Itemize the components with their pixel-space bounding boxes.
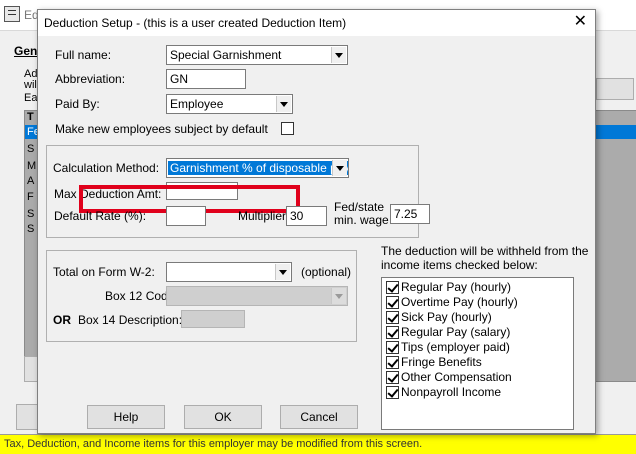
background-button[interactable] — [16, 404, 38, 430]
income-item-checkbox[interactable] — [386, 341, 399, 354]
help-button-label: Help — [113, 410, 139, 424]
status-bar: Tax, Deduction, and Income items for thi… — [0, 434, 636, 454]
fed-state-wage-input[interactable]: 7.25 — [390, 204, 430, 224]
box14-label: Box 14 Description: — [78, 313, 183, 327]
full-name-combo[interactable]: Special Garnishment — [166, 45, 348, 65]
dialog-titlebar: Deduction Setup - (this is a user create… — [38, 10, 595, 36]
list-item[interactable]: S — [27, 208, 34, 220]
calc-method-label: Calculation Method: — [53, 161, 160, 175]
list-item[interactable]: F — [27, 191, 34, 203]
abbreviation-label: Abbreviation: — [55, 72, 126, 86]
income-item-checkbox[interactable] — [386, 356, 399, 369]
w2-optional-label: (optional) — [301, 265, 352, 279]
income-item-checkbox[interactable] — [386, 311, 399, 324]
fed-state-wage-label-line2: min. wage — [334, 213, 389, 227]
fed-state-wage-label: Fed/state min. wage — [334, 201, 389, 227]
calc-method-value: Garnishment % of disposable pay — [168, 161, 348, 175]
multiplier-label: Multiplier — [238, 209, 287, 223]
fed-state-wage-value: 7.25 — [394, 207, 418, 221]
chevron-down-icon[interactable] — [332, 160, 347, 176]
income-item-label: Sick Pay (hourly) — [401, 310, 492, 324]
default-rate-input[interactable] — [166, 206, 206, 226]
list-item[interactable]: A — [27, 175, 34, 187]
income-item-checkbox[interactable] — [386, 326, 399, 339]
help-button[interactable]: Help — [87, 405, 165, 429]
list-item[interactable]: M — [27, 160, 36, 172]
calc-method-combo[interactable]: Garnishment % of disposable pay — [166, 158, 349, 178]
multiplier-value: 30 — [290, 209, 304, 223]
w2-total-label: Total on Form W-2: — [53, 265, 155, 279]
default-rate-label: Default Rate (%): — [54, 209, 147, 223]
full-name-label: Full name: — [55, 48, 112, 62]
withheld-caption-line1: The deduction will be withheld from the — [381, 244, 589, 258]
income-item-label: Overtime Pay (hourly) — [401, 295, 518, 309]
cancel-button[interactable]: Cancel — [280, 405, 358, 429]
box14-input[interactable] — [181, 310, 245, 328]
abbreviation-input[interactable]: GN — [166, 69, 246, 89]
w2-total-combo[interactable] — [166, 262, 292, 282]
app-icon — [4, 6, 20, 22]
chevron-down-icon[interactable] — [276, 96, 291, 112]
abbreviation-value: GN — [170, 72, 188, 86]
income-items-list[interactable]: Regular Pay (hourly) Overtime Pay (hourl… — [381, 277, 574, 430]
chevron-down-icon[interactable] — [331, 288, 346, 304]
background-text-line: Ea — [24, 92, 38, 104]
deduction-setup-dialog: Deduction Setup - (this is a user create… — [37, 9, 596, 434]
list-item[interactable]: S — [27, 223, 34, 235]
paid-by-label: Paid By: — [55, 97, 100, 111]
list-item[interactable]: S — [27, 143, 34, 155]
multiplier-input[interactable]: 30 — [286, 206, 327, 226]
make-subject-checkbox[interactable] — [281, 122, 294, 135]
paid-by-combo[interactable]: Employee — [166, 94, 293, 114]
cancel-button-label: Cancel — [300, 410, 338, 424]
paid-by-value: Employee — [170, 97, 224, 111]
background-button[interactable] — [596, 78, 634, 100]
income-item-checkbox[interactable] — [386, 386, 399, 399]
or-label: OR — [53, 313, 71, 327]
make-subject-label: Make new employees subject by default — [55, 122, 268, 136]
ok-button-label: OK — [214, 410, 232, 424]
chevron-down-icon[interactable] — [275, 264, 290, 280]
income-item-checkbox[interactable] — [386, 296, 399, 309]
tab-general[interactable]: Gen — [14, 44, 37, 58]
list-header: T — [27, 111, 34, 123]
income-item-checkbox[interactable] — [386, 371, 399, 384]
ok-button[interactable]: OK — [184, 405, 262, 429]
income-item-label: Regular Pay (salary) — [401, 325, 511, 339]
full-name-value: Special Garnishment — [170, 48, 282, 62]
dialog-title: Deduction Setup - (this is a user create… — [44, 16, 347, 30]
income-item-label: Other Compensation — [401, 370, 512, 384]
income-item-label: Tips (employer paid) — [401, 340, 510, 354]
income-item-checkbox[interactable] — [386, 281, 399, 294]
chevron-down-icon[interactable] — [331, 47, 346, 63]
close-icon[interactable]: ✕ — [574, 14, 587, 30]
income-item-label: Regular Pay (hourly) — [401, 280, 512, 294]
withheld-caption-line2: income items checked below: — [381, 258, 538, 272]
fed-state-wage-label-line1: Fed/state — [334, 200, 385, 214]
income-item-label: Nonpayroll Income — [401, 385, 502, 399]
income-item-label: Fringe Benefits — [401, 355, 482, 369]
box12-combo[interactable] — [166, 286, 348, 306]
